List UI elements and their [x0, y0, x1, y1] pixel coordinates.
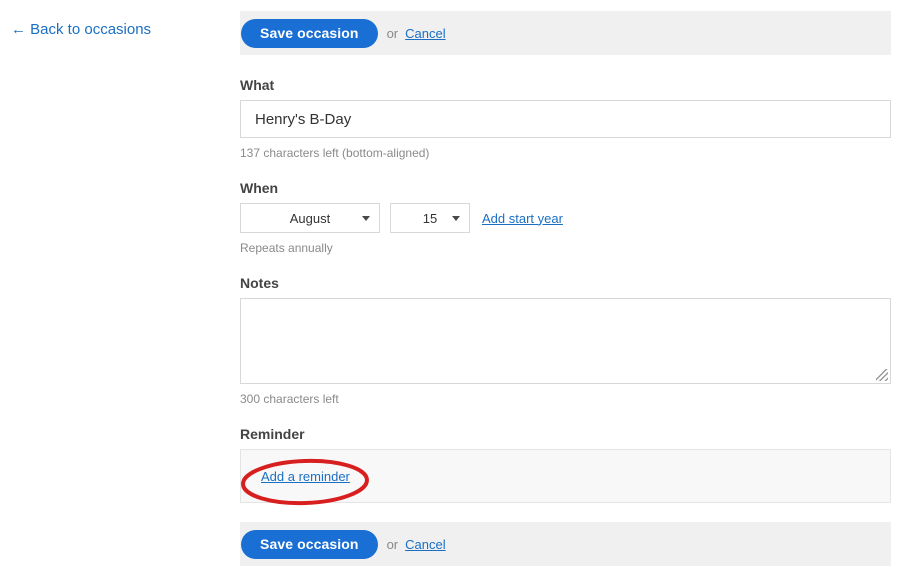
top-action-bar: Save occasion or Cancel	[240, 11, 891, 55]
when-row: August 15 Add start year	[240, 203, 891, 233]
month-select[interactable]: August	[240, 203, 380, 233]
cancel-link-bottom[interactable]: Cancel	[405, 537, 445, 552]
left-column: ← Back to occasions	[0, 0, 236, 573]
add-start-year-link[interactable]: Add start year	[482, 211, 563, 226]
when-helper-text: Repeats annually	[240, 241, 891, 255]
bottom-action-bar: Save occasion or Cancel	[240, 522, 891, 566]
chevron-down-icon	[362, 216, 370, 221]
when-section-heading: When	[240, 180, 891, 196]
cancel-link-top[interactable]: Cancel	[405, 26, 445, 41]
save-occasion-button-top[interactable]: Save occasion	[241, 19, 378, 48]
or-label-bottom: or	[387, 537, 399, 552]
what-input[interactable]	[240, 100, 891, 138]
month-select-value: August	[290, 211, 330, 226]
what-section-heading: What	[240, 77, 891, 93]
chevron-down-icon	[452, 216, 460, 221]
occasion-form: Save occasion or Cancel What 137 charact…	[240, 0, 891, 566]
back-to-occasions-link[interactable]: ← Back to occasions	[11, 21, 151, 38]
reminder-panel: Add a reminder	[240, 449, 891, 503]
or-label-top: or	[387, 26, 399, 41]
add-a-reminder-link[interactable]: Add a reminder	[261, 469, 350, 484]
what-helper-text: 137 characters left (bottom-aligned)	[240, 146, 891, 160]
save-occasion-button-bottom[interactable]: Save occasion	[241, 530, 378, 559]
day-select-value: 15	[423, 211, 437, 226]
day-select[interactable]: 15	[390, 203, 470, 233]
notes-section-heading: Notes	[240, 275, 891, 291]
notes-wrapper	[240, 298, 891, 384]
reminder-section-heading: Reminder	[240, 426, 891, 442]
notes-helper-text: 300 characters left	[240, 392, 891, 406]
notes-textarea[interactable]	[240, 298, 891, 384]
